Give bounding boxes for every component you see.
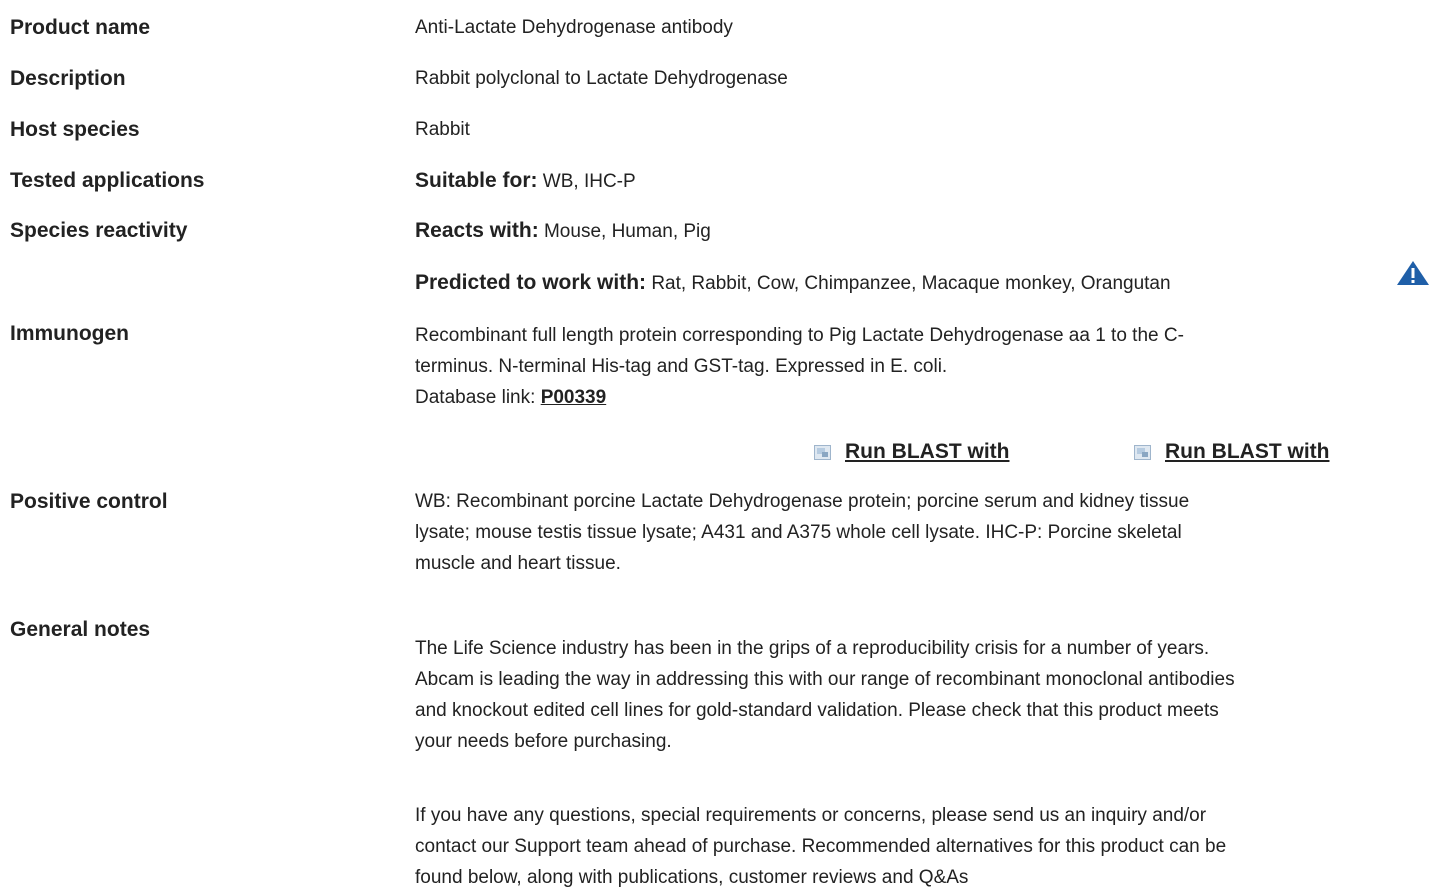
general-notes-p1-line-3: and knockout edited cell lines for gold-… bbox=[415, 700, 1219, 721]
label-immunogen: Immunogen bbox=[10, 322, 129, 345]
positive-control-line-3: muscle and heart tissue. bbox=[415, 553, 621, 574]
warning-triangle-icon[interactable] bbox=[1396, 260, 1430, 286]
label-host-species: Host species bbox=[10, 118, 140, 141]
value-predicted-to-work-with: Predicted to work with: Rat, Rabbit, Cow… bbox=[415, 271, 1171, 295]
value-immunogen: Recombinant full length protein correspo… bbox=[415, 320, 1445, 413]
positive-control-line-1: WB: Recombinant porcine Lactate Dehydrog… bbox=[415, 491, 1190, 512]
reacts-with-value: Mouse, Human, Pig bbox=[543, 221, 711, 242]
general-notes-p1-line-1: The Life Science industry has been in th… bbox=[415, 638, 1210, 659]
run-blast-button-2[interactable]: Run BLAST with bbox=[1134, 440, 1329, 464]
run-blast-button-1[interactable]: Run BLAST with bbox=[814, 440, 1009, 464]
run-blast-link-1[interactable]: Run BLAST with bbox=[845, 440, 1009, 464]
general-notes-p2-line-3: found below, along with publications, cu… bbox=[415, 867, 969, 888]
label-tested-applications: Tested applications bbox=[10, 169, 205, 192]
external-window-icon bbox=[814, 444, 831, 460]
suitable-for-value: WB, IHC-P bbox=[542, 171, 636, 192]
immunogen-line-1: Recombinant full length protein correspo… bbox=[415, 325, 1184, 346]
value-reacts-with: Reacts with: Mouse, Human, Pig bbox=[415, 219, 711, 243]
suitable-for-prefix: Suitable for: bbox=[415, 169, 538, 192]
predicted-prefix: Predicted to work with: bbox=[415, 271, 647, 294]
label-description: Description bbox=[10, 67, 126, 90]
label-positive-control: Positive control bbox=[10, 490, 168, 513]
database-link-p00339[interactable]: P00339 bbox=[541, 387, 607, 408]
value-description: Rabbit polyclonal to Lactate Dehydrogena… bbox=[415, 68, 788, 89]
general-notes-p1-line-4: your needs before purchasing. bbox=[415, 731, 672, 752]
general-notes-p2-line-1: If you have any questions, special requi… bbox=[415, 805, 1207, 826]
label-species-reactivity: Species reactivity bbox=[10, 219, 188, 242]
label-general-notes: General notes bbox=[10, 618, 151, 641]
immunogen-line-2: terminus. N-terminal His-tag and GST-tag… bbox=[415, 356, 948, 377]
value-tested-applications: Suitable for: WB, IHC-P bbox=[415, 169, 636, 193]
database-link-prefix: Database link: bbox=[415, 387, 536, 408]
general-notes-p2-line-2: contact our Support team ahead of purcha… bbox=[415, 836, 1227, 857]
predicted-value: Rat, Rabbit, Cow, Chimpanzee, Macaque mo… bbox=[651, 273, 1171, 294]
label-product-name: Product name bbox=[10, 16, 151, 39]
value-positive-control: WB: Recombinant porcine Lactate Dehydrog… bbox=[415, 486, 1445, 579]
general-notes-paragraph-1: The Life Science industry has been in th… bbox=[415, 633, 1445, 757]
general-notes-paragraph-2: If you have any questions, special requi… bbox=[415, 800, 1445, 893]
value-host-species: Rabbit bbox=[415, 119, 470, 140]
value-product-name: Anti-Lactate Dehydrogenase antibody bbox=[415, 17, 733, 38]
general-notes-p1-line-2: Abcam is leading the way in addressing t… bbox=[415, 669, 1235, 690]
database-link-line: Database link: P00339 bbox=[415, 382, 1445, 413]
positive-control-line-2: lysate; mouse testis tissue lysate; A431… bbox=[415, 522, 1182, 543]
reacts-with-prefix: Reacts with: bbox=[415, 219, 539, 242]
run-blast-link-2[interactable]: Run BLAST with bbox=[1165, 440, 1329, 464]
external-window-icon bbox=[1134, 444, 1151, 460]
